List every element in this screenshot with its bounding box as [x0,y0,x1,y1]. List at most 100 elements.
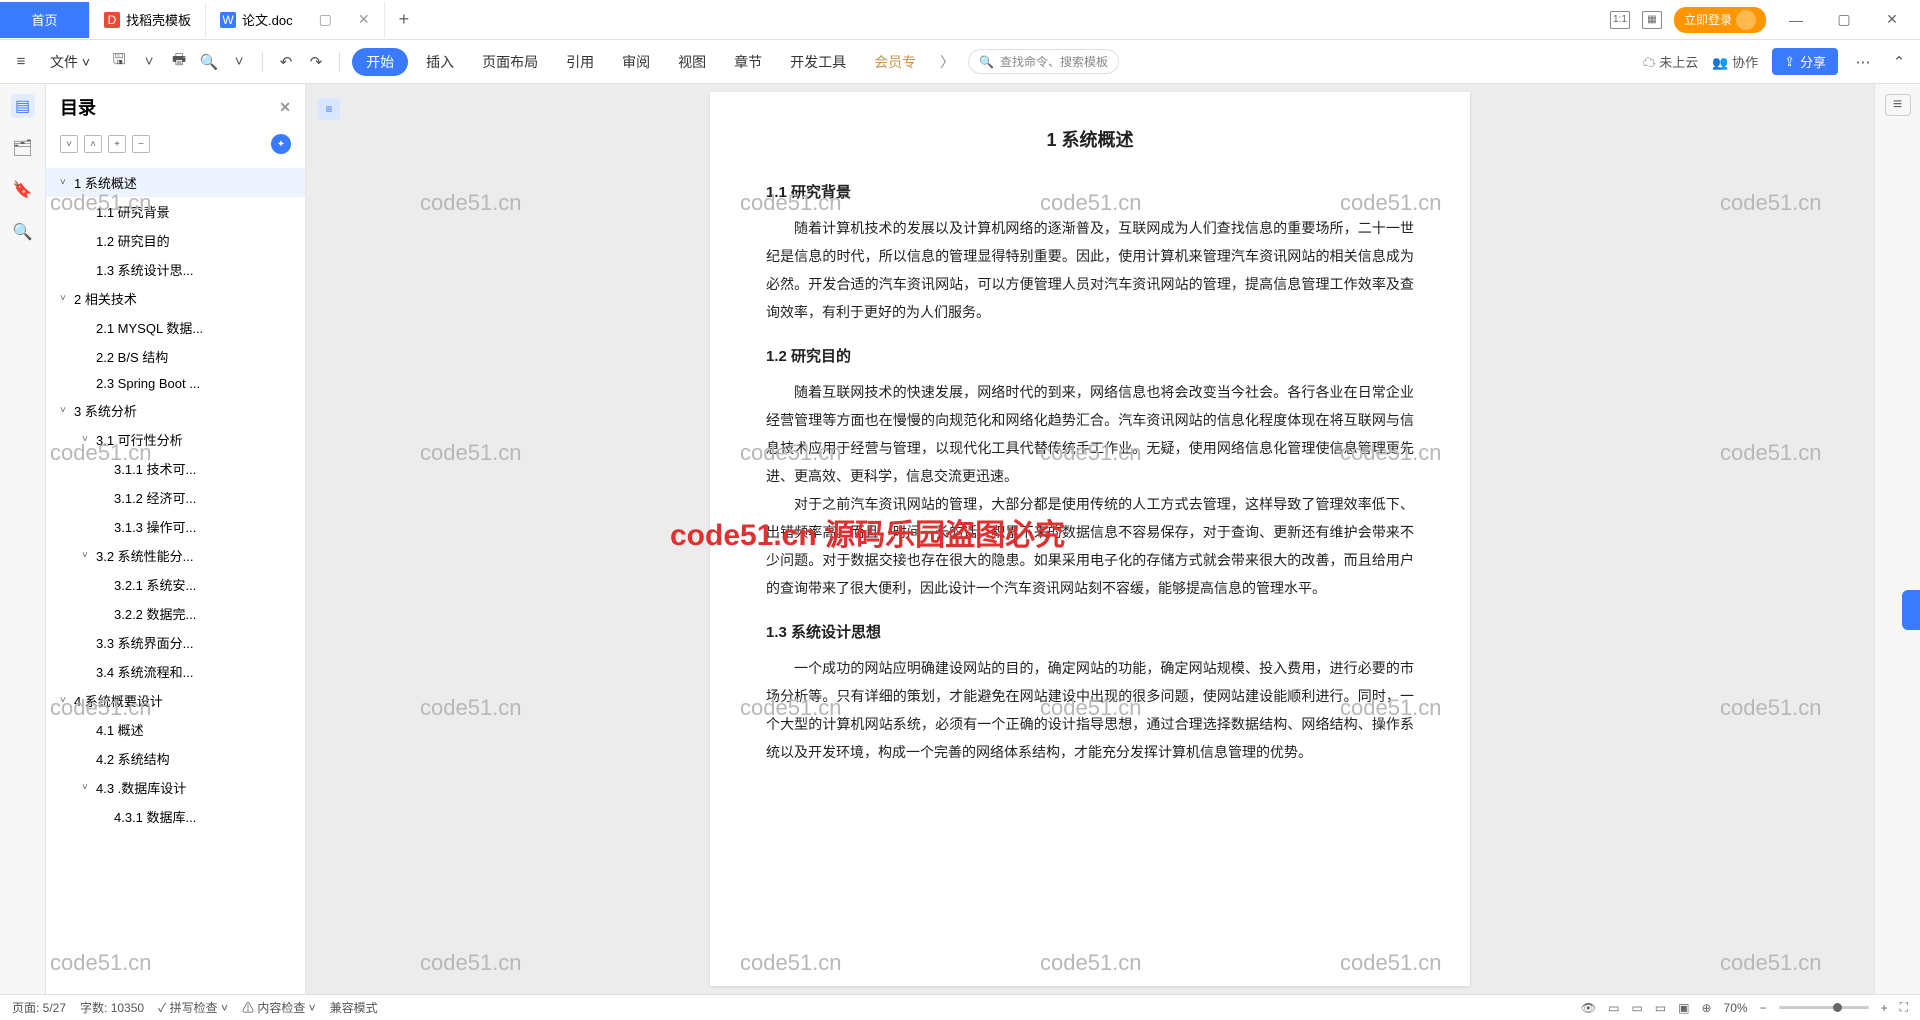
word-icon: W [220,12,236,28]
layout-icon[interactable]: 1:1 [1610,11,1630,29]
view-mode-2-icon[interactable]: ▭ [1631,1001,1642,1015]
outline-item[interactable]: ˅4.3 .数据库设计 [46,773,305,802]
bookmark-rail-icon[interactable]: 🔖 [11,178,35,202]
left-rail: ▤ 🗂 🔖 🔍 [0,84,46,994]
tab-window-icon[interactable]: ▢ [319,11,332,28]
command-search[interactable]: 🔍 查找命令、搜索模板 [968,49,1119,74]
collab-button[interactable]: 👥 协作 [1712,52,1758,71]
zoom-fit-icon[interactable]: ⊕ [1701,1001,1711,1015]
heading-2: 1.3 系统设计思想 [766,618,1414,648]
tab-chapter[interactable]: 章节 [724,52,772,72]
ribbon-collapse-icon[interactable]: ⌃ [1888,51,1910,73]
zoom-slider[interactable] [1779,1006,1869,1009]
tab-document[interactable]: W 论文.doc ▢ ✕ [206,2,385,38]
page-indicator-icon[interactable]: ≡ [318,98,340,120]
view-mode-3-icon[interactable]: ▭ [1655,1001,1666,1015]
zoom-level[interactable]: 70% [1724,1001,1748,1015]
outline-item[interactable]: 3.2.2 数据完... [46,599,305,628]
outline-item[interactable]: 4.3.1 数据库... [46,802,305,831]
tab-add-button[interactable]: + [385,9,424,30]
window-maximize[interactable]: ▢ [1826,11,1862,28]
outline-item[interactable]: ˅3.2 系统性能分... [46,541,305,570]
file-menu[interactable]: 文件 ˅ [40,52,100,72]
outline-item[interactable]: ˅3 系统分析 [46,396,305,425]
grid-icon[interactable]: ▦ [1642,11,1662,29]
outline-item[interactable]: 1.3 系统设计思... [46,255,305,284]
save-dropdown-icon[interactable]: ˅ [138,51,160,73]
outline-item[interactable]: 3.1.2 经济可... [46,483,305,512]
tab-label: 找稻壳模板 [126,10,191,29]
ribbon-scroll-right[interactable]: 〉 [934,52,960,72]
outline-item[interactable]: ˅1 系统概述 [46,168,305,197]
tab-close-icon[interactable]: ✕ [358,11,370,28]
right-panel-icon[interactable]: ≡ [1885,94,1911,116]
outline-tree: ˅1 系统概述1.1 研究背景1.2 研究目的1.3 系统设计思...˅2 相关… [46,162,305,994]
outline-remove[interactable]: − [132,135,150,153]
outline-expand-all[interactable]: ˄ [84,135,102,153]
window-minimize[interactable]: — [1778,12,1814,28]
outline-item[interactable]: 3.2.1 系统安... [46,570,305,599]
window-close[interactable]: ✕ [1874,11,1910,28]
tab-start[interactable]: 开始 [352,48,408,76]
outline-collapse-all[interactable]: ˅ [60,135,78,153]
outline-item[interactable]: ˅4 系统概要设计 [46,686,305,715]
edge-tab[interactable] [1902,590,1920,630]
outline-item[interactable]: 1.2 研究目的 [46,226,305,255]
outline-item[interactable]: 4.1 概述 [46,715,305,744]
preview-icon[interactable]: 🔍 [198,51,220,73]
layers-rail-icon[interactable]: 🗂 [11,136,35,160]
outline-item[interactable]: ˅3.1 可行性分析 [46,425,305,454]
print-icon[interactable]: 🖶 [168,51,190,73]
preview-dropdown-icon[interactable]: ˅ [228,51,250,73]
fullscreen-icon[interactable]: ⛶ [1900,1000,1908,1015]
compat-mode[interactable]: 兼容模式 [330,999,378,1016]
spell-check[interactable]: ✓ 拼写检查 ˅ [158,999,228,1016]
undo-icon[interactable]: ↶ [275,51,297,73]
ribbon-more-icon[interactable]: ⋯ [1852,51,1874,73]
view-mode-1-icon[interactable]: ▭ [1608,1001,1619,1015]
search-icon: 🔍 [979,55,994,69]
view-mode-4-icon[interactable]: ▣ [1678,1001,1689,1015]
outline-item[interactable]: 3.1.1 技术可... [46,454,305,483]
tab-layout[interactable]: 页面布局 [472,52,548,72]
zoom-out-icon[interactable]: − [1760,1001,1767,1015]
outline-item[interactable]: 3.3 系统界面分... [46,628,305,657]
tab-vip[interactable]: 会员专 [864,52,926,72]
tab-reference[interactable]: 引用 [556,52,604,72]
share-button[interactable]: ⇪分享 [1772,48,1838,75]
outline-add[interactable]: + [108,135,126,153]
tab-home[interactable]: 首页 [0,2,90,38]
content-check[interactable]: ⚠ 内容检查 ˅ [242,999,316,1016]
outline-item[interactable]: 2.3 Spring Boot ... [46,371,305,396]
tab-view[interactable]: 视图 [668,52,716,72]
outline-item[interactable]: 3.1.3 操作可... [46,512,305,541]
search-rail-icon[interactable]: 🔍 [11,220,35,244]
outline-item[interactable]: ˅2 相关技术 [46,284,305,313]
page-count[interactable]: 页面: 5/27 [12,999,66,1016]
cloud-status[interactable]: ☁ 未上云 [1643,52,1699,71]
outline-rail-icon[interactable]: ▤ [11,94,35,118]
word-count[interactable]: 字数: 10350 [80,999,144,1016]
tab-devtools[interactable]: 开发工具 [780,52,856,72]
redo-icon[interactable]: ↷ [305,51,327,73]
outline-item[interactable]: 2.1 MYSQL 数据... [46,313,305,342]
tab-review[interactable]: 审阅 [612,52,660,72]
outline-close-icon[interactable]: ✕ [279,99,291,116]
main-area: ▤ 🗂 🔖 🔍 目录 ✕ ˅ ˄ + − ✦ ˅1 系统概述1.1 研究背景1.… [0,84,1920,994]
search-placeholder: 查找命令、搜索模板 [1000,53,1108,70]
document-viewport[interactable]: ≡ 1 系统概述 1.1 研究背景 随着计算机技术的发展以及计算机网络的逐渐普及… [306,84,1874,994]
tab-insert[interactable]: 插入 [416,52,464,72]
save-icon[interactable]: 🖫 [108,51,130,73]
outline-ai-icon[interactable]: ✦ [271,134,291,154]
outline-item[interactable]: 1.1 研究背景 [46,197,305,226]
outline-item[interactable]: 4.2 系统结构 [46,744,305,773]
menu-icon[interactable]: ≡ [10,51,32,73]
outline-item[interactable]: 2.2 B/S 结构 [46,342,305,371]
paragraph: 随着计算机技术的发展以及计算机网络的逐渐普及，互联网成为人们查找信息的重要场所，… [766,214,1414,326]
heading-1: 1 系统概述 [766,122,1414,158]
zoom-in-icon[interactable]: + [1881,1001,1888,1015]
tab-templates[interactable]: D 找稻壳模板 [90,2,206,38]
outline-item[interactable]: 3.4 系统流程和... [46,657,305,686]
login-button[interactable]: 立即登录 [1674,7,1766,33]
eye-icon[interactable]: 👁 [1581,1001,1596,1015]
